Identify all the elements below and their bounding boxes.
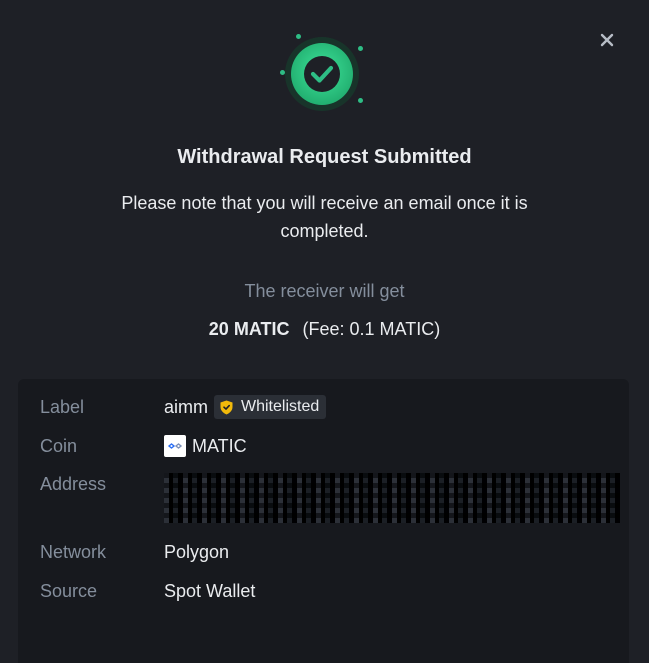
detail-key-network: Network: [40, 542, 107, 562]
whitelisted-label: Whitelisted: [241, 398, 320, 415]
email-note: Please note that you will receive an ema…: [121, 193, 528, 241]
source-value: Spot Wallet: [164, 581, 256, 601]
detail-row-source: Source Spot Wallet: [40, 581, 255, 602]
close-button[interactable]: [595, 28, 619, 52]
withdrawal-details-panel: Label aimm Whitelisted Coin MATIC Addres…: [18, 379, 629, 663]
close-icon: [600, 33, 614, 47]
amount-summary: 20 MATIC (Fee: 0.1 MATIC): [0, 319, 649, 340]
fee-amount: (Fee: 0.1 MATIC): [302, 319, 441, 339]
detail-row-coin: Coin MATIC: [40, 435, 247, 457]
receiver-label: The receiver will get: [244, 281, 405, 301]
coin-value: MATIC: [192, 435, 247, 456]
success-check-icon: [278, 32, 368, 112]
shield-icon: [220, 400, 233, 414]
detail-key-source: Source: [40, 581, 98, 601]
detail-row-network: Network Polygon: [40, 542, 229, 563]
detail-key-address: Address: [40, 474, 107, 494]
detail-row-label: Label aimm Whitelisted: [40, 395, 327, 419]
address-label-value: aimm: [164, 396, 208, 417]
detail-key-coin: Coin: [40, 435, 78, 456]
receive-amount: 20 MATIC: [208, 319, 290, 339]
address-value-pixelated: [164, 473, 620, 523]
network-value: Polygon: [164, 542, 230, 562]
matic-coin-icon: [164, 435, 186, 457]
withdrawal-success-modal: Withdrawal Request Submitted Please note…: [0, 0, 649, 663]
whitelisted-badge: Whitelisted: [214, 395, 327, 419]
detail-row-address: Address: [40, 474, 164, 495]
modal-title: Withdrawal Request Submitted: [177, 146, 472, 168]
detail-key-label: Label: [40, 396, 85, 417]
